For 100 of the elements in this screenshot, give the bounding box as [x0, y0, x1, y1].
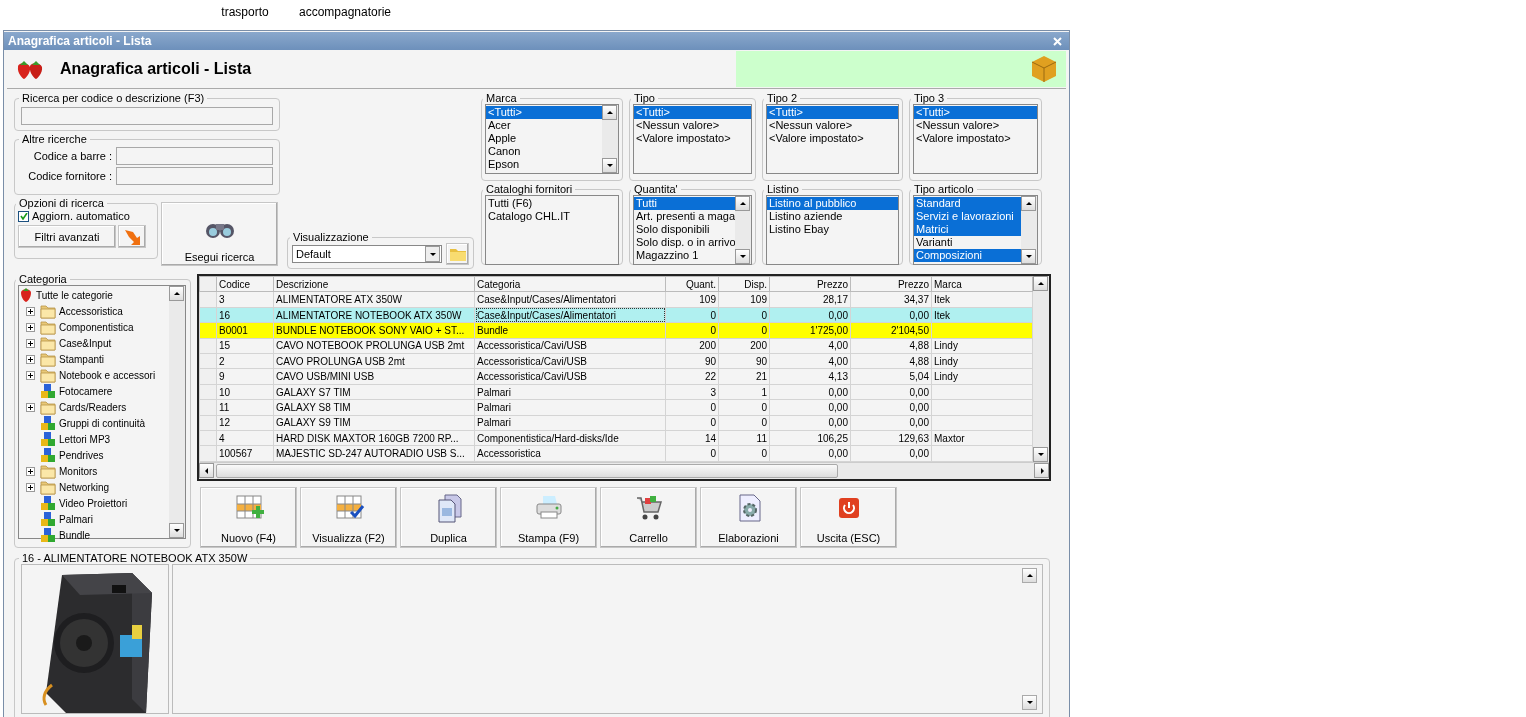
table-cell: 0 — [665, 445, 719, 462]
list-item[interactable]: Servizi e lavorazioni — [914, 210, 1021, 223]
group-title: Ricerca per codice o descrizione (F3) — [21, 92, 206, 104]
table-cell: 0,00 — [850, 399, 932, 416]
table-cell: Palmari — [474, 415, 666, 431]
table-cell: 200 — [665, 338, 719, 354]
table-cell: 200 — [718, 338, 770, 354]
list-item[interactable]: Catalogo CHL.IT — [486, 210, 618, 223]
tree-item[interactable]: Notebook e accessori — [59, 369, 156, 381]
table-cell: 21 — [718, 368, 770, 385]
list-item[interactable]: Solo disponibili — [634, 223, 735, 236]
column-header[interactable]: Prezzo — [850, 276, 932, 292]
list-item[interactable]: Acer — [486, 119, 602, 132]
action-button[interactable]: Uscita (ESC) — [800, 487, 897, 548]
tree-item[interactable]: Fotocamere — [59, 385, 113, 397]
table-cell: 100567 — [216, 445, 274, 462]
table-cell: Case&Input/Cases/Alimentatori — [474, 291, 666, 308]
tree-item[interactable]: Tutte le categorie — [36, 289, 113, 301]
table-cell: 129,63 — [850, 430, 932, 446]
table-cell: Componentistica/Hard-disks/Ide — [474, 430, 666, 446]
advanced-filters-button[interactable]: Filtri avanzati — [18, 225, 116, 248]
list-item[interactable]: <Valore impostato> — [634, 132, 751, 145]
table-cell: 4,88 — [850, 353, 932, 369]
table-cell: 14 — [665, 430, 719, 446]
table-cell: 0,00 — [769, 445, 851, 462]
action-button[interactable]: Carrello — [600, 487, 697, 548]
group-title: Cataloghi fornitori — [485, 183, 574, 195]
list-item[interactable]: Art. presenti a maga — [634, 210, 735, 223]
list-item[interactable]: <Tutti> — [914, 106, 1037, 119]
table-cell: CAVO PROLUNGA USB 2mt — [273, 353, 475, 369]
column-header[interactable]: Disp. — [718, 276, 770, 292]
action-button[interactable]: Elaborazioni — [700, 487, 797, 548]
table-cell: 0,00 — [769, 415, 851, 431]
column-header[interactable]: Prezzo — [769, 276, 851, 292]
list-item[interactable]: <Valore impostato> — [914, 132, 1037, 145]
tree-item[interactable]: Gruppi di continuità — [59, 417, 146, 429]
toolbar-label[interactable]: trasporto — [195, 5, 295, 19]
list-item[interactable]: Composizioni — [914, 249, 1021, 262]
tree-item[interactable]: Componentistica — [59, 321, 134, 333]
list-item[interactable]: <Nessun valore> — [914, 119, 1037, 132]
list-item[interactable]: Tutti — [634, 197, 735, 210]
view-dropdown[interactable]: Default — [292, 245, 442, 263]
table-cell: 12 — [216, 415, 274, 431]
tree-item[interactable]: Case&Input — [59, 337, 112, 349]
table-cell: Lindy — [931, 353, 1033, 369]
list-item[interactable]: Canon — [486, 145, 602, 158]
action-button[interactable]: Stampa (F9) — [500, 487, 597, 548]
table-cell: GALAXY S7 TIM — [273, 384, 475, 400]
list-item[interactable]: <Tutti> — [767, 106, 898, 119]
list-item[interactable]: <Nessun valore> — [634, 119, 751, 132]
action-button[interactable]: Visualizza (F2) — [300, 487, 397, 548]
table-cell: 22 — [665, 368, 719, 385]
group-title: Listino — [766, 183, 800, 195]
list-item[interactable]: Apple — [486, 132, 602, 145]
action-button[interactable]: Duplica — [400, 487, 497, 548]
table-cell: Itek — [931, 291, 1033, 308]
list-item[interactable]: Epson — [486, 158, 602, 171]
list-item[interactable]: Matrici — [914, 223, 1021, 236]
tree-item[interactable]: Video Proiettori — [59, 497, 128, 509]
column-header[interactable]: Codice — [216, 276, 274, 292]
table-cell: 0 — [718, 445, 770, 462]
list-item[interactable]: Standard — [914, 197, 1021, 210]
list-item[interactable]: <Tutti> — [486, 106, 602, 119]
tree-item[interactable]: Networking — [59, 481, 110, 493]
list-item[interactable]: Listino al pubblico — [767, 197, 898, 210]
list-item[interactable]: Tutti (F6) — [486, 197, 618, 210]
tree-item[interactable]: Bundle — [59, 529, 91, 541]
list-item[interactable]: Listino Ebay — [767, 223, 898, 236]
table-cell: 10 — [216, 384, 274, 400]
tree-item[interactable]: Cards/Readers — [59, 401, 127, 413]
column-header[interactable]: Marca — [931, 276, 1033, 292]
list-item[interactable]: <Valore impostato> — [767, 132, 898, 145]
list-item[interactable]: Magazzino 1 — [634, 249, 735, 262]
list-item[interactable]: <Tutti> — [634, 106, 751, 119]
list-item[interactable]: <Nessun valore> — [767, 119, 898, 132]
tree-item[interactable]: Lettori MP3 — [59, 433, 111, 445]
tree-item[interactable]: Accessoristica — [59, 305, 123, 317]
table-cell: 0 — [665, 415, 719, 431]
table-cell: 4,00 — [769, 353, 851, 369]
table-cell: GALAXY S8 TIM — [273, 399, 475, 416]
list-item[interactable]: Listino aziende — [767, 210, 898, 223]
table-cell: CAVO USB/MINI USB — [273, 368, 475, 385]
table-cell: Accessoristica — [474, 445, 666, 462]
group-title: Categoria — [18, 273, 68, 285]
list-item[interactable]: Varianti — [914, 236, 1021, 249]
table-cell: 11 — [216, 399, 274, 416]
tree-item[interactable]: Pendrives — [59, 449, 104, 461]
column-header[interactable]: Quant. — [665, 276, 719, 292]
list-item[interactable]: Solo disp. o in arrivo — [634, 236, 735, 249]
table-cell: Palmari — [474, 399, 666, 416]
search-button[interactable]: Esegui ricerca — [161, 202, 278, 266]
table-cell: 90 — [718, 353, 770, 369]
toolbar-label[interactable]: accompagnatorie — [295, 5, 395, 19]
table-cell: 3 — [216, 291, 274, 308]
tree-item[interactable]: Stampanti — [59, 353, 105, 365]
tree-item[interactable]: Monitors — [59, 465, 98, 477]
column-header[interactable]: Categoria — [474, 276, 666, 292]
column-header[interactable]: Descrizione — [273, 276, 475, 292]
action-button[interactable]: Nuovo (F4) — [200, 487, 297, 548]
tree-item[interactable]: Palmari — [59, 513, 93, 525]
